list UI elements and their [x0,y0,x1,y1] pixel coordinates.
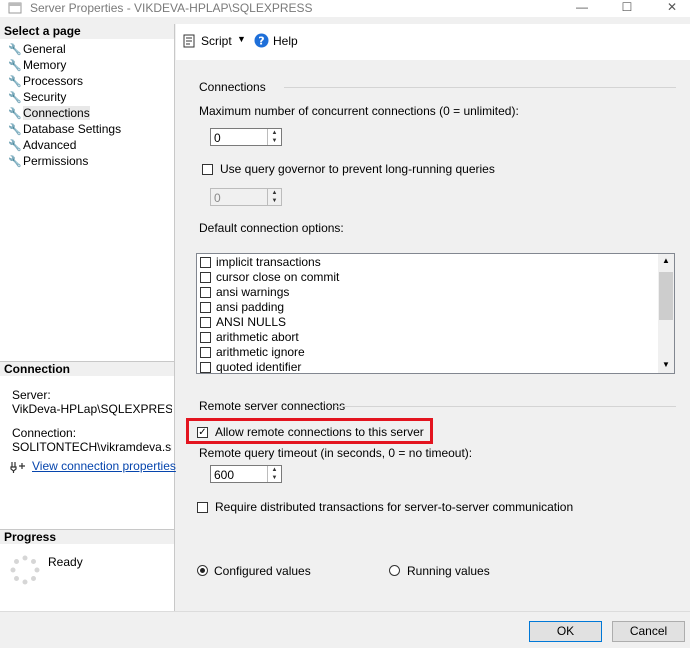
page-item-permissions[interactable]: 🔧Permissions [8,153,88,169]
option-checkbox[interactable] [200,362,211,373]
cancel-button[interactable]: Cancel [612,621,685,642]
default-options-label: Default connection options: [199,221,344,235]
max-connections-label: Maximum number of concurrent connections… [199,104,519,118]
spin-up-icon: ▲ [271,190,278,196]
option-checkbox[interactable] [200,347,211,358]
toolbar: Script ▼ ? Help [176,24,690,60]
remote-section-title: Remote server connections [199,399,346,413]
wrench-icon: 🔧 [8,44,22,56]
running-values-radio[interactable] [389,565,400,576]
left-pane: Select a page 🔧General 🔧Memory 🔧Processo… [0,24,176,611]
script-button[interactable]: Script [201,34,232,48]
remote-timeout-label: Remote query timeout (in seconds, 0 = no… [199,446,473,460]
page-item-general[interactable]: 🔧General [8,41,66,57]
connection-label: Connection: [12,426,77,440]
wrench-icon: 🔧 [8,60,22,72]
allow-remote-checkbox[interactable]: ✓ [197,427,208,438]
option-checkbox[interactable] [200,302,211,313]
script-icon[interactable] [182,34,196,48]
dialog-footer: OK Cancel [0,611,690,648]
spin-down-icon: ▼ [271,198,278,204]
title-bar: Server Properties - VIKDEVA-HPLAP\SQLEXP… [0,0,690,17]
help-icon[interactable]: ? [254,33,269,48]
wrench-icon: 🔧 [8,108,22,120]
scroll-up-icon[interactable]: ▲ [658,256,674,265]
progress-spinner-icon [10,555,40,585]
query-governor-stepper: 0 ▲ ▼ [210,188,282,206]
progress-header: Progress [0,529,174,544]
spin-up-icon[interactable]: ▲ [268,129,281,137]
ok-button[interactable]: OK [529,621,602,642]
page-item-memory[interactable]: 🔧Memory [8,57,66,73]
configured-values-label: Configured values [214,564,311,578]
app-icon [8,2,22,14]
wrench-icon: 🔧 [8,140,22,152]
default-options-list[interactable]: implicit transactions cursor close on co… [196,253,675,374]
wrench-icon: 🔧 [8,156,22,168]
scroll-down-icon[interactable]: ▼ [658,360,674,369]
connection-properties-icon [10,460,26,474]
minimize-button[interactable]: — [560,0,604,17]
wrench-icon: 🔧 [8,76,22,88]
maximize-button[interactable]: ☐ [605,0,649,17]
wrench-icon: 🔧 [8,92,22,104]
page-item-advanced[interactable]: 🔧Advanced [8,137,76,153]
window-title: Server Properties - VIKDEVA-HPLAP\SQLEXP… [30,1,313,15]
allow-remote-label: Allow remote connections to this server [215,425,424,439]
scrollbar-thumb[interactable] [659,272,673,320]
server-label: Server: [12,388,51,402]
connection-header: Connection [0,361,174,376]
spin-down-icon[interactable]: ▼ [268,474,281,482]
progress-status: Ready [48,555,83,569]
option-checkbox[interactable] [200,332,211,343]
connections-page: Connections Maximum number of concurrent… [176,60,690,611]
options-scrollbar[interactable]: ▲ ▼ [658,254,674,373]
remote-timeout-stepper[interactable]: 600 ▲ ▼ [210,465,282,483]
page-item-connections[interactable]: 🔧Connections [8,105,90,121]
query-governor-checkbox[interactable] [202,164,213,175]
option-checkbox[interactable] [200,287,211,298]
spin-down-icon[interactable]: ▼ [268,137,281,145]
page-item-security[interactable]: 🔧Security [8,89,66,105]
connection-value: SOLITONTECH\vikramdeva.sridha [12,440,172,454]
query-governor-label: Use query governor to prevent long-runni… [220,162,495,176]
help-button[interactable]: Help [273,34,298,48]
wrench-icon: 🔧 [8,124,22,136]
connection-info: Server: VikDeva-HPLap\SQLEXPRESS Connect… [12,388,172,454]
section-divider [284,87,676,88]
section-divider [334,406,676,407]
page-item-database-settings[interactable]: 🔧Database Settings [8,121,121,137]
spin-up-icon[interactable]: ▲ [268,466,281,474]
connections-section-title: Connections [199,80,266,94]
configured-values-radio[interactable] [197,565,208,576]
script-dropdown-icon[interactable]: ▼ [237,34,246,44]
option-checkbox[interactable] [200,317,211,328]
close-button[interactable]: ✕ [650,0,690,17]
option-checkbox[interactable] [200,257,211,268]
distributed-transactions-checkbox[interactable] [197,502,208,513]
svg-text:?: ? [258,35,264,48]
max-connections-stepper[interactable]: 0 ▲ ▼ [210,128,282,146]
view-connection-properties-link[interactable]: View connection properties [32,459,176,473]
server-value: VikDeva-HPLap\SQLEXPRESS [12,402,172,416]
option-checkbox[interactable] [200,272,211,283]
distributed-transactions-label: Require distributed transactions for ser… [215,500,574,514]
running-values-label: Running values [407,564,490,578]
checkmark-icon: ✓ [198,427,207,438]
page-item-processors[interactable]: 🔧Processors [8,73,83,89]
select-page-header: Select a page [0,24,174,39]
